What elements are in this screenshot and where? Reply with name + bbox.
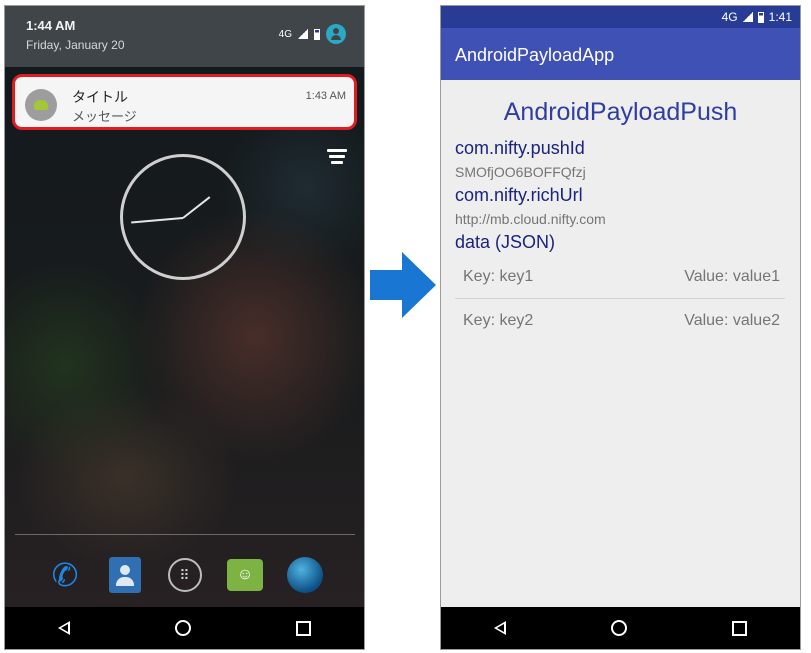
push-id-label: com.nifty.pushId [455, 138, 585, 158]
row-value: Value: value2 [684, 312, 780, 329]
left-phone-screen: 1:44 AM Friday, January 20 4G タイトル メッセージ… [4, 5, 365, 650]
app-drawer-icon[interactable]: ⠿ [165, 555, 205, 595]
analog-clock [120, 154, 246, 280]
notification-time: 1:43 AM [305, 90, 346, 102]
signal-icon [298, 29, 308, 39]
rich-url-value: http://mb.cloud.nifty.com [455, 211, 606, 227]
notification-shade-header: 1:44 AM Friday, January 20 4G [5, 6, 364, 67]
row-value: Value: value1 [684, 268, 780, 285]
content-area: AndroidPayloadPush com.nifty.pushId SMOf… [441, 80, 800, 609]
phone-app-icon[interactable]: ✆ [45, 555, 85, 595]
clock-hour-hand [182, 196, 211, 219]
status-date: Friday, January 20 [26, 38, 125, 52]
user-avatar-icon[interactable] [326, 24, 346, 44]
browser-globe-icon[interactable] [285, 555, 325, 595]
right-arrow-icon [370, 252, 436, 318]
page-heading: AndroidPayloadPush [503, 98, 738, 126]
recents-icon[interactable] [296, 620, 312, 636]
list-divider [455, 298, 785, 299]
notification-message: メッセージ [72, 109, 137, 124]
home-icon[interactable] [174, 620, 191, 636]
data-json-label: data (JSON) [455, 232, 556, 252]
back-icon[interactable] [57, 621, 70, 635]
push-notification-card[interactable]: タイトル メッセージ 1:43 AM [12, 74, 357, 130]
battery-icon [757, 11, 764, 23]
clock-minute-hand [131, 217, 184, 224]
right-phone-screen: 4G 1:41 AndroidPayloadApp AndroidPayload… [440, 5, 801, 650]
status-time: 1:41 [768, 10, 792, 24]
navigation-bar [441, 607, 800, 649]
network-label: 4G [278, 28, 292, 40]
navigation-bar [5, 607, 364, 649]
row-key: Key: key1 [463, 268, 534, 285]
rich-url-label: com.nifty.richUrl [455, 185, 583, 205]
push-id-value: SMOfjOO6BOFFQfzj [455, 164, 586, 180]
status-bar: 4G 1:41 [441, 6, 800, 28]
home-icon[interactable] [610, 620, 627, 636]
clear-all-icon[interactable] [327, 149, 349, 165]
recents-icon[interactable] [732, 620, 748, 636]
back-icon[interactable] [493, 621, 506, 635]
battery-icon [314, 28, 320, 40]
status-icons: 4G [279, 24, 346, 44]
signal-icon [742, 12, 753, 22]
notification-title: タイトル [72, 89, 128, 105]
messenger-app-icon[interactable]: ☺ [225, 555, 265, 595]
app-bar: AndroidPayloadApp [441, 28, 800, 80]
row-key: Key: key2 [463, 312, 534, 329]
network-label: 4G [721, 10, 738, 24]
android-icon [25, 89, 57, 121]
dock-divider [15, 534, 355, 535]
status-time: 1:44 AM [26, 18, 76, 33]
app-dock: ✆ ⠿ ☺ [45, 551, 325, 599]
contacts-app-icon[interactable] [105, 555, 145, 595]
app-title: AndroidPayloadApp [455, 45, 615, 65]
